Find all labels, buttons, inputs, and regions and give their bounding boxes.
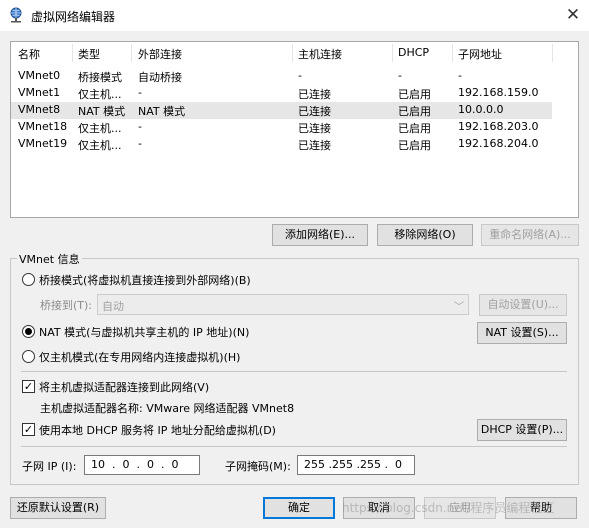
cell-type: 仅主机...: [78, 88, 122, 101]
window-title: 虚拟网络编辑器: [31, 10, 116, 24]
cell-type: 仅主机...: [78, 139, 122, 152]
column-header-name[interactable]: 名称: [18, 46, 40, 62]
auto-settings-button[interactable]: 自动设置(U)...: [479, 294, 567, 316]
bridge-mode-label[interactable]: 桥接模式(将虚拟机直接连接到外部网络)(B): [39, 272, 251, 288]
dhcp-label[interactable]: 使用本地 DHCP 服务将 IP 地址分配给虚拟机(D): [39, 422, 276, 438]
column-header-host[interactable]: 主机连接: [298, 46, 342, 62]
host-only-radio[interactable]: [22, 350, 35, 363]
cell-external: -: [138, 137, 142, 150]
column-separator[interactable]: [392, 44, 393, 62]
column-header-subnet[interactable]: 子网地址: [458, 46, 502, 62]
bridge-to-value: 自动: [102, 300, 124, 313]
add-network-button[interactable]: 添加网络(E)...: [272, 224, 368, 246]
cell-name: VMnet18: [18, 120, 68, 133]
subnet-ip-label: 子网 IP (I):: [22, 460, 77, 473]
cell-host: 已连接: [298, 88, 331, 101]
nat-mode-label[interactable]: NAT 模式(与虚拟机共享主机的 IP 地址)(N): [39, 324, 249, 340]
column-header-type[interactable]: 类型: [78, 46, 100, 62]
table-row[interactable]: VMnet18 仅主机... - 已连接 已启用 192.168.203.0: [11, 119, 552, 136]
cell-dhcp: 已启用: [398, 139, 431, 152]
bridge-to-label: 桥接到(T):: [40, 299, 93, 312]
cell-dhcp: 已启用: [398, 122, 431, 135]
cell-name: VMnet1: [18, 86, 61, 99]
cell-subnet: 192.168.203.0: [458, 120, 539, 133]
bridge-to-dropdown[interactable]: 自动 ﹀: [97, 294, 469, 315]
vmnet-info-title: VMnet 信息: [17, 251, 82, 267]
column-separator[interactable]: [552, 44, 553, 62]
column-header-external[interactable]: 外部连接: [138, 46, 182, 62]
bridge-mode-radio[interactable]: [22, 273, 35, 286]
cell-type: NAT 模式: [78, 105, 126, 118]
cell-external: NAT 模式: [138, 105, 186, 118]
column-separator[interactable]: [292, 44, 293, 62]
cell-host: 已连接: [298, 139, 331, 152]
restore-defaults-button[interactable]: 还原默认设置(R): [10, 497, 106, 519]
cell-name: VMnet0: [18, 69, 61, 82]
close-button[interactable]: ✕: [560, 4, 586, 26]
remove-network-button[interactable]: 移除网络(O): [377, 224, 473, 246]
network-globe-icon: [10, 7, 22, 23]
cell-host: 已连接: [298, 122, 331, 135]
cell-type: 桥接模式: [78, 71, 122, 84]
table-header: 名称 类型 外部连接 主机连接 DHCP 子网地址: [11, 42, 578, 64]
connect-adapter-label[interactable]: 将主机虚拟适配器连接到此网络(V): [39, 379, 209, 395]
network-table[interactable]: 名称 类型 外部连接 主机连接 DHCP 子网地址 VMnet0 桥接模式 自动桥接…: [10, 41, 579, 218]
cell-external: -: [138, 86, 142, 99]
column-header-dhcp[interactable]: DHCP: [398, 46, 429, 59]
watermark-text: https://blog.csdn.net/程序员编程社区: [342, 501, 555, 515]
cell-subnet: 192.168.204.0: [458, 137, 539, 150]
cell-external: -: [138, 120, 142, 133]
nat-settings-button[interactable]: NAT 设置(S)...: [477, 322, 567, 344]
cell-name: VMnet19: [18, 137, 68, 150]
table-row[interactable]: VMnet19 仅主机... - 已连接 已启用 192.168.204.0: [11, 136, 552, 153]
cell-host: 已连接: [298, 105, 331, 118]
nat-mode-radio[interactable]: [22, 325, 35, 338]
dhcp-settings-button[interactable]: DHCP 设置(P)...: [477, 419, 567, 441]
cell-subnet: -: [458, 69, 462, 82]
column-separator[interactable]: [72, 44, 73, 62]
cell-dhcp: -: [398, 69, 402, 82]
cell-dhcp: 已启用: [398, 88, 431, 101]
cell-host: -: [298, 69, 302, 82]
chevron-down-icon: ﹀: [454, 302, 464, 313]
subnet-ip-input[interactable]: 10 . 0 . 0 . 0: [84, 455, 200, 475]
cell-external: 自动桥接: [138, 71, 182, 84]
cell-dhcp: 已启用: [398, 105, 431, 118]
separator-line: [21, 371, 567, 372]
table-row[interactable]: VMnet8 NAT 模式 NAT 模式 已连接 已启用 10.0.0.0: [11, 102, 552, 119]
ok-button[interactable]: 确定: [263, 497, 335, 519]
column-separator[interactable]: [131, 44, 132, 62]
column-separator[interactable]: [452, 44, 453, 62]
cell-subnet: 192.168.159.0: [458, 86, 539, 99]
separator-line: [21, 446, 567, 447]
table-row[interactable]: VMnet1 仅主机... - 已连接 已启用 192.168.159.0: [11, 85, 552, 102]
rename-network-button[interactable]: 重命名网络(A)...: [481, 224, 579, 246]
connect-adapter-checkbox[interactable]: ✓: [22, 380, 35, 393]
cell-type: 仅主机...: [78, 122, 122, 135]
cell-name: VMnet8: [18, 103, 61, 116]
table-row[interactable]: VMnet0 桥接模式 自动桥接 - - -: [11, 68, 552, 85]
cell-subnet: 10.0.0.0: [458, 103, 504, 116]
subnet-mask-input[interactable]: 255 .255 .255 . 0: [297, 455, 415, 475]
host-only-label[interactable]: 仅主机模式(在专用网络内连接虚拟机)(H): [39, 349, 240, 365]
adapter-name-label: 主机虚拟适配器名称: VMware 网络适配器 VMnet8: [40, 402, 295, 415]
dhcp-checkbox[interactable]: ✓: [22, 423, 35, 436]
subnet-mask-label: 子网掩码(M):: [225, 460, 291, 473]
